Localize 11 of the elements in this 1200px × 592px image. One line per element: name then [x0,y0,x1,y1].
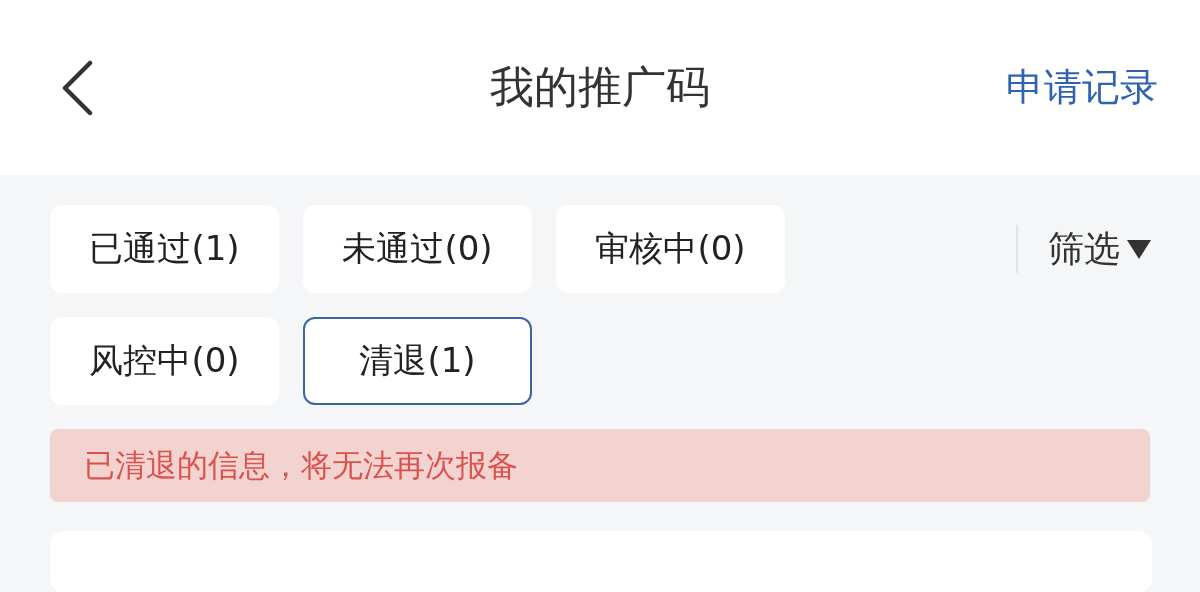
back-icon[interactable] [60,59,94,116]
filter-tab[interactable]: 审核中(0) [556,205,785,293]
page-title: 我的推广码 [490,60,710,114]
filter-button[interactable]: 筛选 [1048,224,1152,274]
notice-banner: 已清退的信息，将无法再次报备 [50,429,1150,502]
caret-icon [1126,238,1152,260]
filter-tab[interactable]: 清退(1) [303,317,532,405]
filter-tab[interactable]: 已通过(1) [50,205,279,293]
filter-tab[interactable]: 未通过(0) [303,205,532,293]
filter-tab[interactable]: 风控中(0) [50,317,279,405]
application-records-link[interactable]: 申请记录 [1006,62,1158,113]
